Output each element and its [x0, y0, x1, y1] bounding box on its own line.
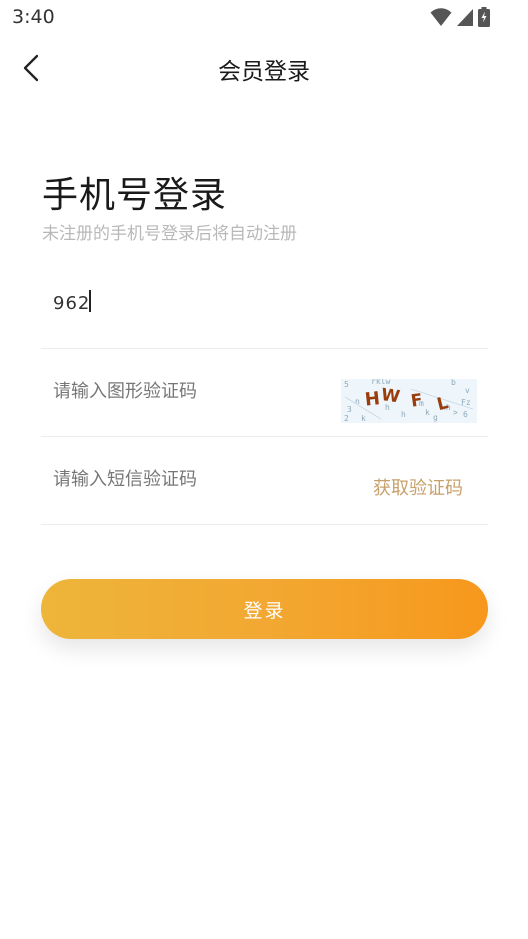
svg-text:>: >: [453, 408, 458, 417]
page-title: 会员登录: [218, 59, 310, 85]
svg-text:h: h: [401, 410, 406, 419]
svg-text:H: H: [364, 388, 381, 410]
captcha-image[interactable]: 5 rklw n 3 2 k h h m k g xh > Fz 6 v b H…: [341, 379, 477, 423]
login-subtitle: 未注册的手机号登录后将自动注册: [42, 224, 297, 244]
svg-text:3: 3: [347, 405, 352, 414]
text-cursor: [89, 290, 91, 312]
status-time: 3:40: [12, 6, 55, 28]
nav-bar: 会员登录: [0, 36, 528, 100]
svg-text:W: W: [380, 385, 402, 407]
captcha-input[interactable]: [53, 376, 323, 406]
battery-icon: [478, 7, 490, 27]
svg-text:b: b: [451, 379, 456, 387]
phone-field-row: [41, 260, 488, 349]
svg-text:6: 6: [463, 410, 468, 419]
captcha-field-row: 5 rklw n 3 2 k h h m k g xh > Fz 6 v b H…: [41, 348, 488, 437]
svg-text:g: g: [433, 413, 438, 422]
svg-text:v: v: [465, 386, 470, 395]
status-icons: [430, 7, 490, 27]
login-title: 手机号登录: [42, 175, 228, 216]
wifi-icon: [430, 8, 452, 26]
svg-text:5: 5: [344, 380, 349, 389]
status-bar: 3:40: [0, 0, 528, 36]
svg-text:k: k: [425, 408, 430, 417]
phone-input[interactable]: [53, 288, 323, 318]
get-sms-code-button[interactable]: 获取验证码: [373, 474, 463, 500]
signal-icon: [457, 9, 473, 26]
login-button[interactable]: 登录: [41, 579, 488, 639]
svg-text:2: 2: [344, 414, 349, 423]
svg-text:k: k: [361, 414, 366, 423]
sms-code-input[interactable]: [53, 464, 323, 494]
sms-field-row: 获取验证码: [41, 436, 488, 525]
